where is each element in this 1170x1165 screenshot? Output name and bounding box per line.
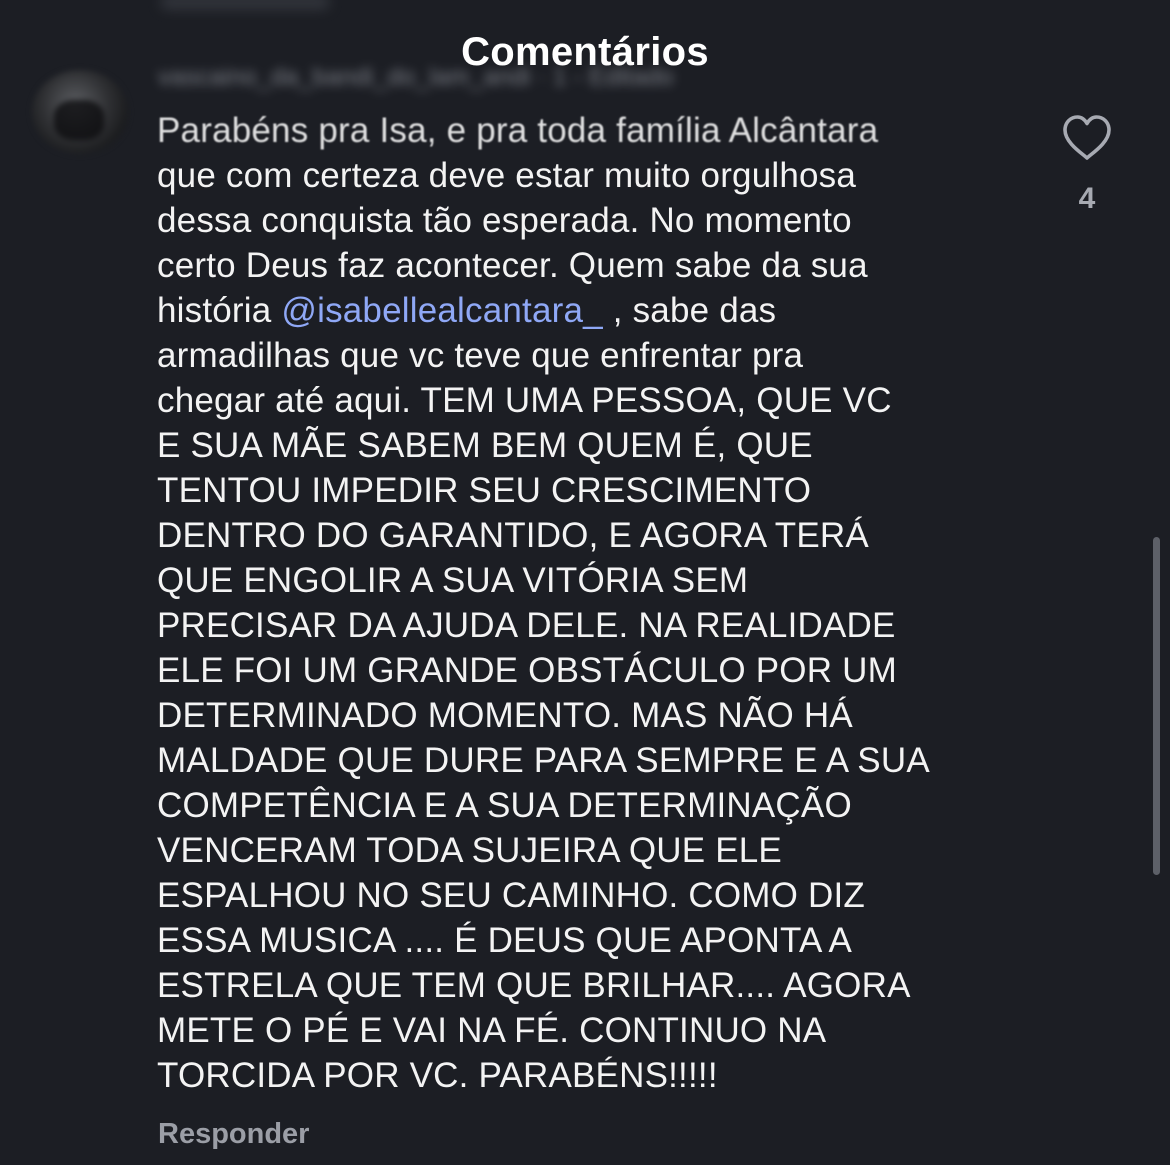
comments-panel: Comentários vascaino_da_bandi_do_lam_and… [0, 0, 1170, 1165]
mention-link[interactable]: @isabellealcantara_ [281, 291, 602, 330]
avatar[interactable] [32, 70, 128, 154]
comment-username[interactable]: vascaino_da_bandi_do_lam_andi · 1 - Edit… [158, 63, 674, 93]
scrollbar[interactable] [1153, 537, 1160, 875]
comment-text: Parabéns pra Isa, e pra toda família Alc… [157, 108, 997, 1098]
comment-text-first-line: Parabéns pra Isa, e pra toda família Alc… [157, 111, 879, 150]
comment-text-part-2: , sabe das armadilhas que vc teve que en… [157, 291, 930, 1095]
reply-button[interactable]: Responder [158, 1118, 309, 1151]
like-count: 4 [1078, 182, 1096, 215]
heart-icon[interactable] [1061, 114, 1113, 162]
previous-comment-fragment [160, 0, 330, 10]
like-area: 4 [1055, 114, 1119, 216]
